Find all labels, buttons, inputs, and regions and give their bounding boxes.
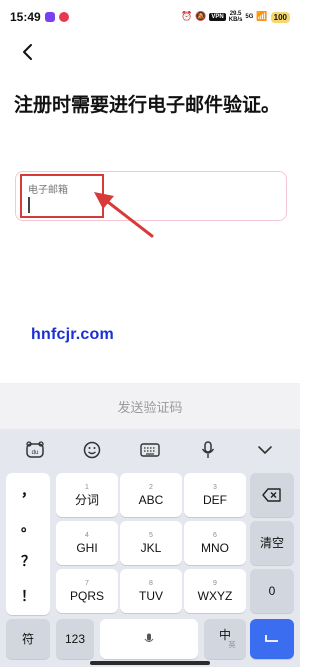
send-verification-code-button[interactable]: 发送验证码 bbox=[117, 397, 182, 416]
key-number: 6 bbox=[213, 531, 217, 539]
backspace-button[interactable] bbox=[250, 473, 294, 517]
soft-keyboard: du ， 。 ？ ！ 1 分词 2 ABC 3 DEF 4 GHI 5 JKL … bbox=[0, 429, 300, 667]
microphone-icon bbox=[144, 633, 154, 642]
key-number: 7 bbox=[85, 579, 89, 587]
language-switch-button[interactable]: 中 英 bbox=[204, 619, 246, 659]
watermark-text: hnfcjr.com bbox=[31, 326, 114, 343]
key-4[interactable]: 4 GHI bbox=[56, 521, 118, 565]
key-number: 3 bbox=[213, 483, 217, 491]
key-label: GHI bbox=[76, 540, 98, 555]
key-label: JKL bbox=[140, 540, 162, 555]
key-6[interactable]: 6 MNO bbox=[184, 521, 246, 565]
key-9[interactable]: 9 WXYZ bbox=[184, 569, 246, 613]
key-label: DEF bbox=[203, 492, 227, 507]
vpn-badge: VPN bbox=[209, 13, 226, 21]
key-5[interactable]: 5 JKL bbox=[120, 521, 182, 565]
page-title: 注册时需要进行电子邮件验证。 bbox=[14, 95, 281, 116]
app-notification-icon bbox=[44, 12, 55, 22]
send-code-bar: 发送验证码 bbox=[0, 383, 300, 429]
status-time: 15:49 bbox=[10, 10, 41, 24]
key-label: 分词 bbox=[74, 492, 99, 507]
svg-text:du: du bbox=[31, 450, 38, 456]
key-0[interactable]: 0 bbox=[250, 569, 294, 613]
key-2[interactable]: 2 ABC bbox=[120, 473, 182, 517]
status-indicators: ⏰ 🔕 VPN 29.5 KB/s 5G 📶 100 bbox=[181, 11, 290, 23]
numbers-button[interactable]: 123 bbox=[56, 619, 94, 659]
clear-label: 清空 bbox=[259, 536, 284, 550]
app-notification-icon bbox=[58, 12, 69, 22]
network-speed: 29.5 KB/s bbox=[229, 11, 243, 23]
enter-button[interactable] bbox=[250, 619, 294, 659]
punctuation-key[interactable]: ？ bbox=[6, 545, 50, 577]
backspace-icon bbox=[262, 488, 281, 502]
key-label: WXYZ bbox=[197, 588, 233, 603]
key-label: TUV bbox=[139, 588, 163, 603]
key-label: MNO bbox=[201, 540, 229, 555]
punctuation-key[interactable]: 。 bbox=[6, 510, 50, 542]
keyboard-emoji-face-icon[interactable]: du bbox=[20, 435, 50, 465]
back-button[interactable] bbox=[14, 38, 42, 66]
emoji-icon[interactable] bbox=[77, 435, 107, 465]
key-1[interactable]: 1 分词 bbox=[56, 473, 118, 517]
space-bar[interactable] bbox=[100, 619, 198, 659]
keyboard-toolbar: du bbox=[0, 429, 300, 471]
clear-button[interactable]: 清空 bbox=[250, 521, 294, 565]
key-number: 4 bbox=[85, 531, 89, 539]
network-speed-unit: KB/s bbox=[228, 17, 243, 23]
key-number: 8 bbox=[149, 579, 153, 587]
key-number: 1 bbox=[85, 483, 89, 491]
home-indicator[interactable] bbox=[90, 661, 210, 665]
keyboard-layout-icon[interactable] bbox=[135, 435, 165, 465]
key-7[interactable]: 7 PQRS bbox=[56, 569, 118, 613]
alarm-icon: ⏰ bbox=[180, 12, 193, 22]
network-type: 5G bbox=[245, 14, 254, 20]
key-3[interactable]: 3 DEF bbox=[184, 473, 246, 517]
key-label: ABC bbox=[138, 492, 164, 507]
mute-icon: 🔕 bbox=[195, 12, 207, 22]
key-label: PQRS bbox=[69, 588, 104, 603]
battery-indicator: 100 bbox=[270, 11, 290, 23]
symbols-button[interactable]: 符 bbox=[6, 619, 50, 659]
language-main-label: 中 bbox=[218, 627, 231, 642]
numbers-label: 123 bbox=[64, 632, 86, 646]
enter-icon bbox=[265, 635, 278, 642]
key-number: 2 bbox=[149, 483, 153, 491]
punctuation-key[interactable]: ， bbox=[6, 475, 50, 507]
annotation-arrow-icon bbox=[94, 192, 154, 238]
screen: 15:49 ⏰ 🔕 VPN 29.5 KB/s 5G 📶 100 注册时需要进行电… bbox=[0, 0, 300, 667]
punctuation-column: ， 。 ？ ！ bbox=[6, 473, 50, 615]
chevron-down-icon[interactable] bbox=[250, 435, 280, 465]
symbols-label: 符 bbox=[21, 632, 34, 646]
microphone-icon[interactable] bbox=[193, 435, 223, 465]
zero-label: 0 bbox=[268, 584, 276, 598]
wifi-icon: 📶 bbox=[256, 12, 268, 22]
key-8[interactable]: 8 TUV bbox=[120, 569, 182, 613]
punctuation-key[interactable]: ！ bbox=[6, 580, 50, 612]
key-number: 5 bbox=[149, 531, 153, 539]
chevron-left-icon bbox=[23, 44, 32, 60]
language-sub-label: 英 bbox=[228, 641, 236, 649]
key-number: 9 bbox=[213, 579, 217, 587]
status-bar: 15:49 ⏰ 🔕 VPN 29.5 KB/s 5G 📶 100 bbox=[0, 0, 300, 34]
